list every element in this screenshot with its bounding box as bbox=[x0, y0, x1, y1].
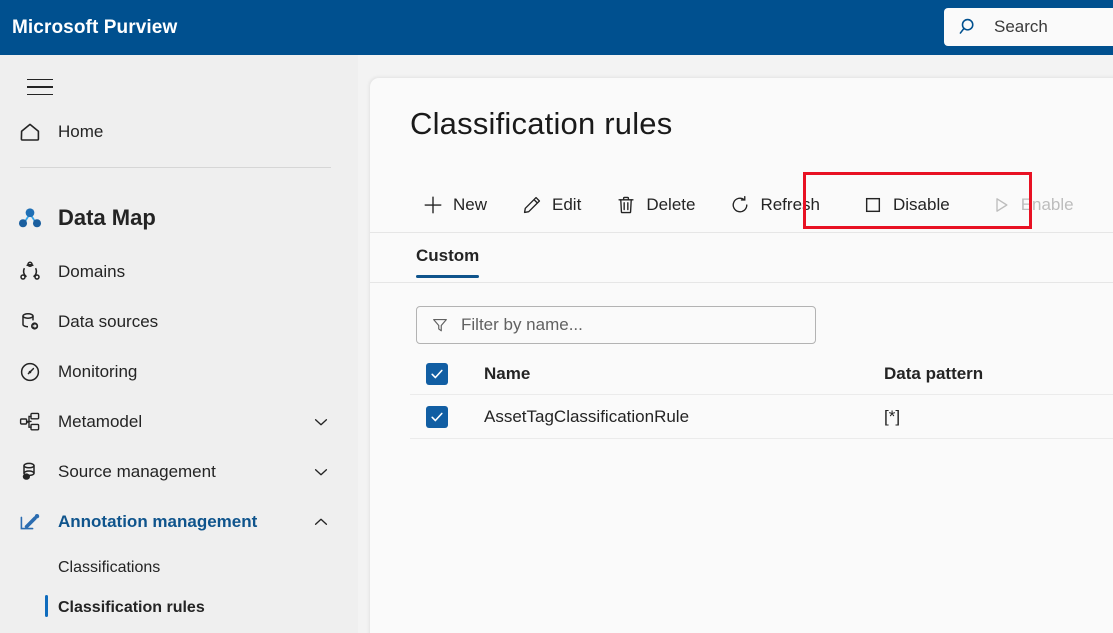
purview-app-window: Microsoft Purview Search Home Data Map D… bbox=[0, 0, 1113, 633]
sidebar-subitem-label: Classification rules bbox=[58, 599, 205, 616]
chevron-up-icon[interactable] bbox=[312, 513, 330, 531]
sidebar-item-label: Data sources bbox=[58, 312, 159, 331]
source-management-icon bbox=[16, 458, 44, 486]
sidebar-item-source-management[interactable]: Source management bbox=[0, 451, 358, 493]
edit-button[interactable]: Edit bbox=[509, 183, 593, 227]
toolbar-bottom-rule bbox=[370, 232, 1113, 233]
cell-data-pattern: [*] bbox=[884, 407, 901, 426]
refresh-button[interactable]: Refresh bbox=[717, 183, 832, 227]
sidebar-subitem-classification-rules[interactable]: Classification rules bbox=[0, 587, 358, 629]
tab-active-underline bbox=[416, 275, 480, 278]
main-content-panel: Classification rules New Edit Delete Ref… bbox=[370, 78, 1113, 633]
tab-custom[interactable]: Custom bbox=[410, 240, 485, 278]
page-title: Classification rules bbox=[410, 106, 673, 141]
table-header-row: Name Data pattern bbox=[370, 353, 1113, 395]
filter-placeholder: Filter by name... bbox=[461, 315, 583, 334]
new-button[interactable]: New bbox=[410, 183, 499, 227]
sidebar-item-label: Home bbox=[58, 122, 104, 141]
sidebar-divider bbox=[20, 167, 331, 168]
edit-button-label: Edit bbox=[552, 195, 582, 214]
global-search-input[interactable]: Search bbox=[944, 8, 1113, 46]
plus-icon bbox=[422, 194, 444, 216]
sidebar-item-monitoring[interactable]: Monitoring bbox=[0, 351, 358, 393]
refresh-icon bbox=[729, 194, 751, 216]
chevron-down-icon[interactable] bbox=[312, 413, 330, 431]
disable-button[interactable]: Disable bbox=[846, 183, 962, 227]
command-toolbar: New Edit Delete Refresh Disable Enable bbox=[410, 183, 1086, 227]
delete-button-label: Delete bbox=[646, 195, 696, 214]
tab-custom-label: Custom bbox=[416, 246, 480, 265]
left-navigation-sidebar: Home Data Map Domains Data sources Monit… bbox=[0, 55, 358, 633]
sidebar-item-metamodel[interactable]: Metamodel bbox=[0, 401, 358, 443]
classification-rules-table: Name Data pattern AssetTagClassification… bbox=[370, 353, 1113, 439]
row-divider bbox=[410, 438, 1113, 439]
sidebar-section-data-map[interactable]: Data Map bbox=[0, 194, 358, 242]
enable-button[interactable]: Enable bbox=[978, 183, 1086, 227]
column-header-data-pattern[interactable]: Data pattern bbox=[884, 364, 983, 384]
filter-icon bbox=[431, 316, 449, 334]
selected-indicator-bar bbox=[45, 595, 48, 617]
play-triangle-icon bbox=[990, 194, 1012, 216]
sidebar-item-label: Source management bbox=[58, 462, 216, 481]
search-icon bbox=[958, 16, 980, 38]
stop-square-icon bbox=[862, 194, 884, 216]
annotation-management-icon bbox=[16, 508, 44, 536]
pencil-icon bbox=[521, 194, 543, 216]
filter-by-name-input[interactable]: Filter by name... bbox=[416, 306, 816, 344]
sidebar-section-label: Data Map bbox=[58, 205, 156, 230]
disable-button-label: Disable bbox=[892, 195, 950, 214]
tabstrip-baseline bbox=[370, 282, 1113, 283]
data-sources-icon bbox=[16, 308, 44, 336]
hamburger-menu-icon[interactable] bbox=[18, 69, 62, 105]
sidebar-item-label: Monitoring bbox=[58, 362, 138, 381]
column-header-name[interactable]: Name bbox=[484, 364, 530, 384]
cell-name: AssetTagClassificationRule bbox=[484, 407, 690, 426]
tab-list: Custom bbox=[410, 240, 485, 278]
sidebar-item-label: Metamodel bbox=[58, 412, 143, 431]
app-header: Microsoft Purview Search bbox=[0, 0, 1113, 55]
row-checkbox[interactable] bbox=[426, 406, 448, 428]
delete-button[interactable]: Delete bbox=[603, 183, 707, 227]
global-search-placeholder: Search bbox=[994, 17, 1048, 36]
sidebar-item-data-sources[interactable]: Data sources bbox=[0, 301, 358, 343]
sidebar-item-label: Domains bbox=[58, 262, 126, 281]
sidebar-subitem-label: Classifications bbox=[58, 559, 161, 576]
domains-icon bbox=[16, 258, 44, 286]
monitoring-icon bbox=[16, 358, 44, 386]
home-icon bbox=[16, 118, 44, 146]
sidebar-subitem-classifications[interactable]: Classifications bbox=[0, 547, 358, 589]
app-brand-title: Microsoft Purview bbox=[12, 16, 178, 38]
enable-button-label: Enable bbox=[1020, 195, 1074, 214]
table-row[interactable]: AssetTagClassificationRule [*] bbox=[370, 395, 1113, 439]
chevron-down-icon[interactable] bbox=[312, 463, 330, 481]
data-map-icon bbox=[16, 204, 44, 232]
refresh-button-label: Refresh bbox=[760, 195, 820, 214]
sidebar-item-annotation-management[interactable]: Annotation management bbox=[0, 501, 358, 543]
metamodel-icon bbox=[16, 408, 44, 436]
sidebar-item-home[interactable]: Home bbox=[0, 111, 358, 153]
sidebar-item-label: Annotation management bbox=[58, 512, 258, 531]
trash-icon bbox=[615, 194, 637, 216]
select-all-checkbox[interactable] bbox=[426, 363, 448, 385]
sidebar-item-domains[interactable]: Domains bbox=[0, 251, 358, 293]
new-button-label: New bbox=[453, 195, 488, 214]
